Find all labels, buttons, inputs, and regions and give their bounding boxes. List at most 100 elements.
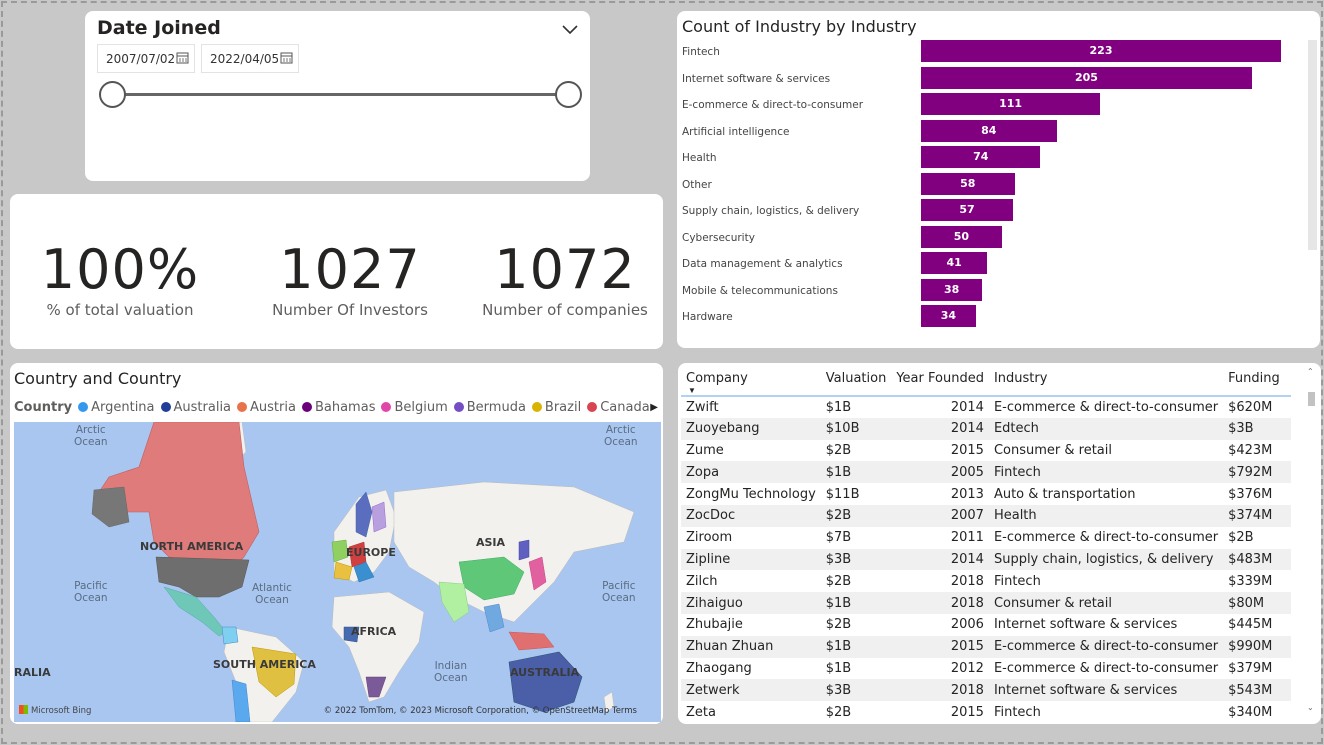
region-label: SOUTH AMERICA: [213, 658, 316, 671]
chevron-down-icon[interactable]: [562, 21, 578, 37]
table-cell: $792M: [1223, 461, 1292, 484]
table-row[interactable]: Zwift $1B 2014 E-commerce & direct-to-consu…: [681, 396, 1291, 418]
table-cell: $80M: [1223, 592, 1292, 614]
table-row[interactable]: Zuoyebang $10B 2014 Edtech $3B: [681, 417, 1292, 440]
table-cell: $543M: [1223, 679, 1292, 702]
table-row[interactable]: Zopa $1B 2005 Fintech $792M: [681, 461, 1292, 484]
legend-item[interactable]: Brazil: [526, 400, 581, 415]
table-row[interactable]: Zeta $2B 2015 Fintech $340M: [681, 701, 1291, 723]
table-row[interactable]: Zilch $2B 2018 Fintech $339M: [681, 570, 1291, 592]
table-row[interactable]: Zume $2B 2015 Consumer & retail $423M: [681, 440, 1291, 462]
table-cell: Consumer & retail: [988, 592, 1224, 614]
kpi-label: % of total valuation: [46, 301, 194, 319]
chart-scrollbar[interactable]: [1308, 40, 1317, 250]
map-attribution[interactable]: © 2022 TomTom, © 2023 Microsoft Corporat…: [324, 706, 637, 716]
legend-item[interactable]: Bermuda: [448, 400, 526, 415]
table-row[interactable]: Zipline $3B 2014 Supply chain, logistics, &…: [681, 548, 1292, 571]
table-cell: Zopa: [681, 461, 821, 484]
table-cell: 2012: [950, 660, 984, 676]
calendar-icon[interactable]: [280, 51, 293, 64]
table-cell: $1B: [825, 660, 852, 676]
legend-label: Austria: [250, 400, 296, 415]
end-date-input[interactable]: 2022/04/05: [201, 44, 299, 73]
ocean-label: Pacific Ocean: [74, 580, 108, 604]
column-header-funding[interactable]: Funding: [1223, 369, 1292, 397]
table-cell: Zilch: [686, 573, 718, 589]
start-date-input[interactable]: 2007/07/02: [97, 44, 195, 73]
bar-data-label: 74: [973, 150, 989, 163]
slicer-title: Date Joined: [97, 17, 221, 39]
bar-category-label: E-commerce & direct-to-consumer: [682, 99, 864, 111]
table-cell: 2014: [950, 399, 984, 415]
table-cell: Fintech: [988, 461, 1224, 484]
slider-end-handle[interactable]: [555, 81, 582, 108]
legend-dot-icon: [587, 402, 598, 412]
bar-data-label: 84: [981, 123, 997, 137]
table-cell: $11B: [825, 486, 860, 502]
legend-dot-icon: [531, 402, 542, 412]
table-row[interactable]: Zihaiguo $1B 2018 Consumer & retail $80M: [681, 592, 1292, 614]
table-cell: 2014: [891, 548, 989, 571]
column-header-industry[interactable]: Industry: [988, 369, 1224, 397]
world-map[interactable]: Arctic Ocean Arctic Ocean Pacific Ocean Atl…: [14, 422, 661, 722]
legend-item[interactable]: Bahamas: [296, 400, 376, 415]
table-cell: $2B: [820, 504, 892, 527]
sort-descending-icon[interactable]: ▼: [688, 386, 696, 395]
table-cell: $1B: [820, 461, 892, 484]
microsoft-bing-logo: Microsoft Bing: [19, 705, 91, 716]
table-cell: Internet software & services: [988, 679, 1224, 702]
table-cell: $376M: [1228, 486, 1273, 502]
column-header-company[interactable]: Company: [681, 369, 821, 397]
table-row[interactable]: Ziroom $7B 2011 E-commerce & direct-to-cons…: [681, 527, 1291, 549]
legend-dot-icon: [160, 402, 171, 412]
date-joined-slicer: Date Joined 2007/07/02 2022/04/05: [85, 11, 590, 181]
bar-category-label: Data management & analytics: [682, 258, 843, 270]
table-row[interactable]: Zhaogang $1B 2012 E-commerce & direct-to-co…: [681, 658, 1291, 680]
table-scrollbar[interactable]: ⌃ ⌄: [1307, 367, 1316, 712]
companies-table: Company Valuation Year Founded Industry …: [681, 369, 1292, 723]
scroll-thumb[interactable]: [1308, 392, 1315, 406]
legend-item[interactable]: Austria: [231, 400, 296, 415]
table-row[interactable]: ZocDoc $2B 2007 Health $374M: [681, 504, 1292, 527]
slider-start-handle[interactable]: [99, 81, 126, 108]
scroll-down-icon[interactable]: ⌄: [1307, 703, 1314, 712]
kpi-value: 1027: [279, 238, 421, 301]
table-cell: E-commerce & direct-to-consumer: [993, 399, 1219, 415]
legend-label: Brazil: [544, 400, 582, 415]
bar-data-label: 223: [1089, 44, 1113, 57]
bar-data-label: 41: [946, 256, 962, 269]
column-header-valuation[interactable]: Valuation: [820, 369, 892, 397]
table-row[interactable]: Zhuan Zhuan $1B 2015 E-commerce & direct-to…: [681, 635, 1292, 658]
region-label: AUSTRALIA: [510, 666, 580, 679]
table-cell: 2014: [891, 417, 989, 440]
legend-item[interactable]: Belgium: [375, 400, 448, 415]
table-cell: Fintech: [993, 704, 1041, 720]
table-cell: E-commerce & direct-to-consumer: [993, 660, 1219, 676]
legend-item[interactable]: Argentina: [72, 400, 155, 415]
bar-category-label: Internet software & services: [682, 72, 831, 85]
date-range-slider-track[interactable]: [112, 93, 568, 96]
legend-dot-icon: [381, 402, 392, 412]
scroll-up-icon[interactable]: ⌃: [1307, 367, 1314, 376]
table-row[interactable]: Zetwerk $3B 2018 Internet software & servic…: [681, 679, 1292, 702]
legend-next-arrow-icon[interactable]: ▶: [650, 402, 658, 413]
table-row[interactable]: ZongMu Technology $11B 2013 Auto & transpor…: [681, 483, 1291, 505]
table-cell: $423M: [1228, 442, 1273, 458]
table-cell: $379M: [1228, 660, 1273, 676]
legend-item[interactable]: Canada: [581, 400, 650, 415]
table-cell: 2015: [950, 704, 984, 720]
kpi-card-group: 100% % of total valuation 1027 Number Of…: [10, 194, 663, 349]
calendar-icon[interactable]: [176, 51, 189, 64]
table-cell: Health: [988, 504, 1224, 527]
table-cell: Zipline: [681, 548, 821, 571]
map-legend: Country Argentina Australia Austria Bahamas B…: [14, 400, 650, 415]
table-row[interactable]: Zhubajie $2B 2006 Internet software & servi…: [681, 614, 1291, 636]
table-cell: 2007: [891, 504, 989, 527]
legend-label: Bahamas: [314, 400, 376, 415]
column-header-year-founded[interactable]: Year Founded: [891, 369, 989, 397]
industry-bar-chart[interactable]: Count of Industry by Industry Fintech 223…: [677, 11, 1320, 348]
legend-label: Belgium: [394, 400, 448, 415]
legend-item[interactable]: Australia: [155, 400, 231, 415]
region-label: RALIA: [14, 666, 51, 679]
table-cell: $2B: [825, 573, 852, 589]
